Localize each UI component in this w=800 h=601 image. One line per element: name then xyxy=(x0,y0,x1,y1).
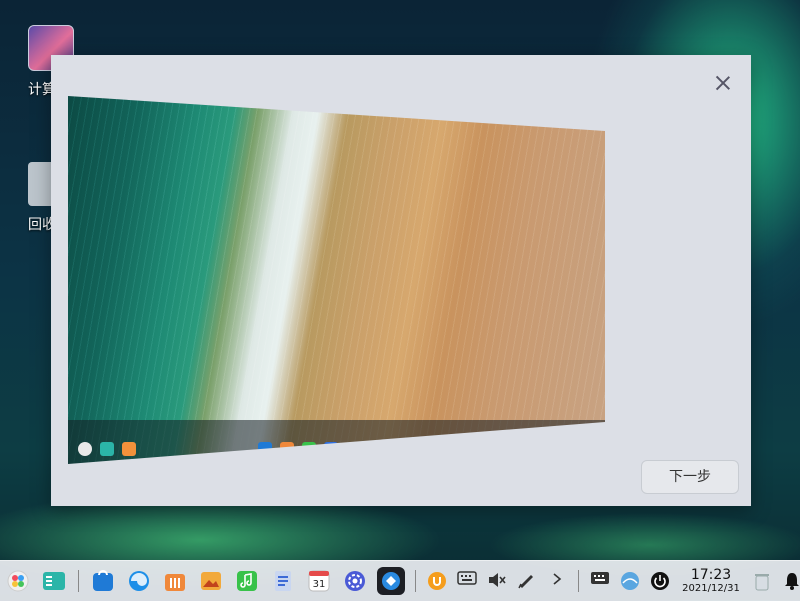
calendar-icon[interactable]: 31 xyxy=(305,567,333,595)
clock-date: 2021/12/31 xyxy=(682,582,740,594)
trash-icon[interactable] xyxy=(752,571,772,591)
calendar-day: 31 xyxy=(313,579,326,590)
input-method-icon[interactable] xyxy=(427,571,447,591)
preview-dock-tray xyxy=(511,440,593,450)
taskbar-separator xyxy=(78,570,79,592)
music-icon[interactable] xyxy=(233,567,261,595)
network-icon[interactable] xyxy=(620,571,640,591)
multitask-view-icon[interactable] xyxy=(40,567,68,595)
tour-app-icon[interactable] xyxy=(377,567,405,595)
file-manager-icon[interactable] xyxy=(161,567,189,595)
launcher-icon[interactable] xyxy=(4,567,32,595)
taskbar-separator xyxy=(415,570,416,592)
taskbar-separator xyxy=(578,570,579,592)
notification-bell-icon[interactable] xyxy=(782,571,800,591)
settings-icon[interactable] xyxy=(341,567,369,595)
close-icon[interactable] xyxy=(713,73,733,93)
welcome-dialog: 下一步 xyxy=(51,55,751,506)
onscreen-keyboard-icon[interactable] xyxy=(590,571,610,591)
browser-icon[interactable] xyxy=(125,567,153,595)
next-button[interactable]: 下一步 xyxy=(641,460,739,494)
desktop-preview-image xyxy=(68,96,605,464)
image-viewer-icon[interactable] xyxy=(197,567,225,595)
document-viewer-icon[interactable] xyxy=(269,567,297,595)
power-icon[interactable] xyxy=(650,571,670,591)
preview-dock-left-icons xyxy=(78,442,136,456)
chevron-right-icon[interactable] xyxy=(547,571,567,591)
preview-dock xyxy=(68,420,605,464)
volume-muted-icon[interactable] xyxy=(487,571,507,591)
keyboard-icon[interactable] xyxy=(457,571,477,591)
taskbar: 31 17:23 2021/12/31 xyxy=(0,560,800,601)
preview-dock-apps xyxy=(258,442,470,456)
pen-icon[interactable] xyxy=(517,571,537,591)
clock[interactable]: 17:23 2021/12/31 xyxy=(681,566,741,595)
clock-time: 17:23 xyxy=(690,566,732,583)
app-store-icon[interactable] xyxy=(89,567,117,595)
wave-overlay xyxy=(68,96,605,464)
